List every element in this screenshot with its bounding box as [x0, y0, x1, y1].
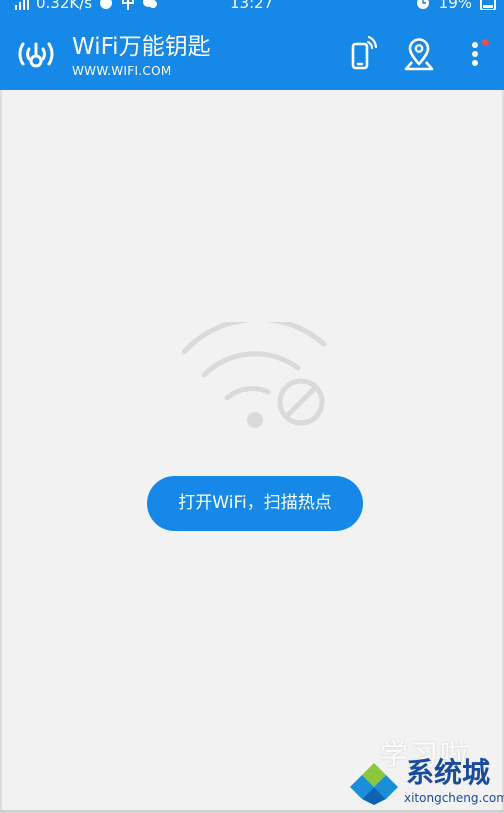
- status-bar: 0.32K/s 13:27 19%: [0, 0, 504, 14]
- watermark-brand: 系统城: [406, 756, 491, 789]
- notification-badge: [482, 39, 489, 46]
- location-button[interactable]: [402, 36, 436, 72]
- app-title: WiFi万能钥匙: [72, 34, 211, 60]
- app-subtitle: WWW.WIFI.COM: [72, 64, 172, 78]
- xitongcheng-logo-icon: [350, 763, 398, 805]
- more-button[interactable]: [458, 36, 492, 72]
- qq-icon: [100, 0, 113, 9]
- phone-share-icon: [351, 35, 378, 70]
- status-right: 19%: [415, 0, 496, 12]
- phone-share-button[interactable]: [346, 35, 380, 72]
- scan-hotspot-button[interactable]: 打开WiFi，扫描热点: [147, 476, 363, 531]
- watermark: 学习啦 系统城 xitongcheng.com: [300, 731, 504, 811]
- wifi-key-logo-icon: [18, 42, 54, 68]
- wifi-off-icon: [181, 322, 327, 428]
- wechat-icon: [143, 0, 158, 8]
- location-icon: [404, 38, 434, 71]
- watermark-url: xitongcheng.com: [404, 791, 504, 805]
- network-speed: 0.32K/s: [36, 0, 93, 12]
- usb-icon: [122, 0, 135, 10]
- status-left: 0.32K/s: [14, 0, 158, 12]
- signal-icon: [15, 0, 29, 10]
- phone-screen: 0.32K/s 13:27 19% WiFi万能钥匙 WWW.WIFI.COM …: [0, 0, 504, 813]
- battery-percent: 19%: [438, 0, 472, 12]
- battery-icon: [480, 0, 496, 10]
- status-time: 13:27: [230, 0, 274, 12]
- main-content: 打开WiFi，扫描热点: [0, 90, 504, 813]
- alarm-icon: [416, 0, 429, 9]
- app-bar: WiFi万能钥匙 WWW.WIFI.COM: [0, 14, 504, 90]
